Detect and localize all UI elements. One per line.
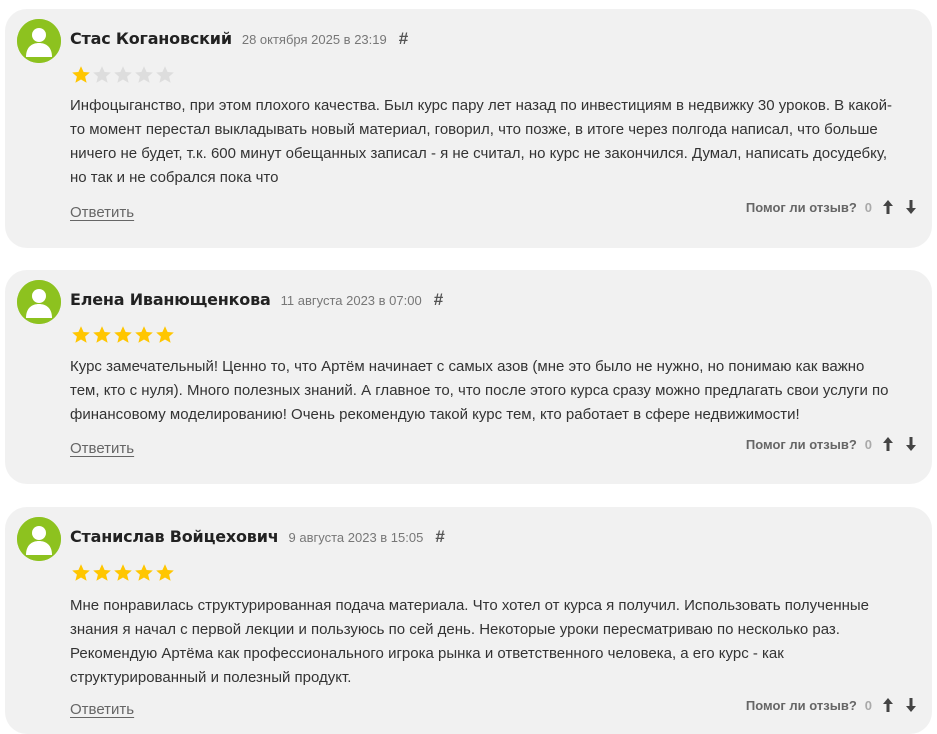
star-filled-icon (114, 564, 132, 581)
avatar-icon (17, 517, 61, 561)
star-filled-icon (135, 564, 153, 581)
review-text: Мне понравилась структурированная подача… (70, 597, 870, 686)
star-filled-icon (72, 326, 90, 343)
star-filled-icon (93, 564, 111, 581)
review-card: Станислав Войцехович 9 августа 2023 в 15… (5, 507, 932, 734)
helpful-vote: Помог ли отзыв? 0 (746, 697, 918, 713)
review-card: Стас Когановский 28 октября 2025 в 23:19… (5, 9, 932, 248)
review-permalink[interactable]: # (434, 290, 443, 310)
reply-link[interactable]: Ответить (70, 701, 134, 718)
avatar-icon (17, 19, 61, 63)
star-empty-icon (93, 66, 111, 83)
reply-link[interactable]: Ответить (70, 440, 134, 457)
helpful-label: Помог ли отзыв? (745, 199, 857, 215)
arrow-up-icon[interactable] (881, 697, 895, 713)
review-text: Курс замечательный! Ценно то, что Артём … (70, 358, 889, 423)
arrow-up-icon[interactable] (881, 436, 895, 452)
review-header: Стас Когановский 28 октября 2025 в 23:19… (70, 29, 408, 49)
star-rating (71, 325, 175, 345)
review-header: Станислав Войцехович 9 августа 2023 в 15… (70, 527, 445, 547)
review-date: 11 августа 2023 в 07:00 (280, 293, 422, 308)
star-filled-icon (135, 326, 153, 343)
arrow-down-icon[interactable] (904, 436, 918, 452)
review-permalink[interactable]: # (435, 527, 444, 547)
helpful-vote: Помог ли отзыв? 0 (746, 199, 918, 215)
review-author: Станислав Войцехович (70, 527, 279, 546)
review-date: 9 августа 2023 в 15:05 (288, 530, 424, 545)
helpful-count: 0 (864, 697, 872, 713)
star-rating (71, 65, 175, 85)
arrow-up-icon[interactable] (881, 199, 895, 215)
helpful-label: Помог ли отзыв? (745, 697, 857, 713)
helpful-label: Помог ли отзыв? (745, 436, 857, 452)
review-permalink[interactable]: # (399, 29, 408, 49)
star-empty-icon (114, 66, 132, 83)
review-date: 28 октября 2025 в 23:19 (241, 32, 387, 47)
review-card: Елена Иванющенкова 11 августа 2023 в 07:… (5, 270, 932, 484)
star-filled-icon (93, 326, 111, 343)
helpful-count: 0 (864, 199, 872, 215)
star-rating (71, 563, 175, 583)
star-filled-icon (114, 326, 132, 343)
review-author: Елена Иванющенкова (70, 290, 271, 309)
review-text: Инфоцыганство, при этом плохого качества… (70, 97, 893, 186)
review-header: Елена Иванющенкова 11 августа 2023 в 07:… (70, 290, 443, 310)
avatar-icon (17, 280, 61, 324)
reviews-list: Стас Когановский 28 октября 2025 в 23:19… (0, 0, 937, 734)
helpful-vote: Помог ли отзыв? 0 (746, 436, 918, 452)
review-author: Стас Когановский (70, 29, 232, 48)
arrow-down-icon[interactable] (904, 697, 918, 713)
star-empty-icon (156, 66, 174, 83)
helpful-count: 0 (864, 436, 872, 452)
reply-link[interactable]: Ответить (70, 204, 134, 221)
star-filled-icon (156, 564, 174, 581)
star-filled-icon (72, 564, 90, 581)
arrow-down-icon[interactable] (904, 199, 918, 215)
star-filled-icon (72, 66, 90, 83)
star-filled-icon (156, 326, 174, 343)
star-empty-icon (135, 66, 153, 83)
